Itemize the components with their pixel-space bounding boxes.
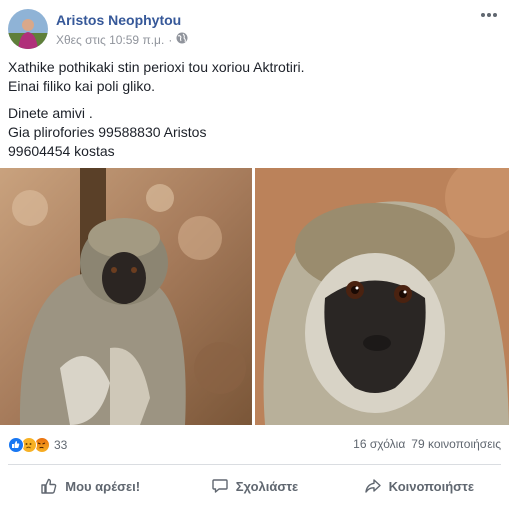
like-button-label: Μου αρέσει! bbox=[65, 478, 141, 494]
post-text-line: Xathike pothikaki stin perioxi tou xorio… bbox=[8, 59, 305, 75]
photo-monkey-sitting[interactable] bbox=[0, 168, 252, 425]
comments-count-link[interactable]: 16 σχόλια bbox=[353, 437, 405, 451]
separator-dot: · bbox=[168, 32, 173, 47]
comment-icon bbox=[211, 477, 229, 495]
share-button[interactable]: Κοινοποιήστε bbox=[337, 470, 501, 502]
like-reaction-icon bbox=[8, 437, 24, 453]
like-button[interactable]: Μου αρέσει! bbox=[8, 470, 172, 502]
reactions-summary[interactable]: 33 bbox=[8, 437, 67, 453]
share-icon bbox=[364, 477, 382, 495]
post-stats: 16 σχόλια 79 κοινοποιήσεις bbox=[353, 437, 501, 451]
engagement-bar: 33 16 σχόλια 79 κοινοποιήσεις bbox=[8, 437, 501, 455]
post-timestamp[interactable]: Χθες στις 10:59 π.μ. bbox=[56, 33, 164, 47]
post-text-line: 99604454 kostas bbox=[8, 143, 115, 159]
thumbs-up-icon bbox=[40, 477, 58, 495]
post-actions: Μου αρέσει! Σχολιάστε Κοινοποιήστε bbox=[8, 470, 501, 502]
divider bbox=[8, 464, 501, 465]
post-text-line: Einai filiko kai poli gliko. bbox=[8, 78, 156, 94]
globe-icon[interactable] bbox=[176, 32, 188, 47]
comment-button[interactable]: Σχολιάστε bbox=[172, 470, 336, 502]
reaction-count[interactable]: 33 bbox=[54, 438, 67, 452]
comment-button-label: Σχολιάστε bbox=[235, 478, 299, 494]
post-card: Aristos Neophytou Χθες στις 10:59 π.μ. ·… bbox=[0, 0, 509, 506]
post-text-line: Gia plirofories 99588830 Aristos bbox=[8, 124, 207, 140]
avatar[interactable] bbox=[8, 9, 48, 49]
photo-grid bbox=[0, 168, 509, 425]
share-button-label: Κοινοποιήστε bbox=[388, 478, 475, 494]
post-text: Xathike pothikaki stin perioxi tou xorio… bbox=[8, 58, 501, 169]
post-text-line: Dinete amivi . bbox=[8, 105, 93, 121]
more-options-icon[interactable] bbox=[477, 9, 501, 25]
author-name[interactable]: Aristos Neophytou bbox=[56, 12, 181, 28]
shares-count-link[interactable]: 79 κοινοποιήσεις bbox=[411, 437, 501, 451]
post-meta: Χθες στις 10:59 π.μ. · bbox=[56, 32, 188, 47]
photo-monkey-closeup[interactable] bbox=[255, 168, 509, 425]
post-header: Aristos Neophytou Χθες στις 10:59 π.μ. · bbox=[8, 9, 501, 49]
